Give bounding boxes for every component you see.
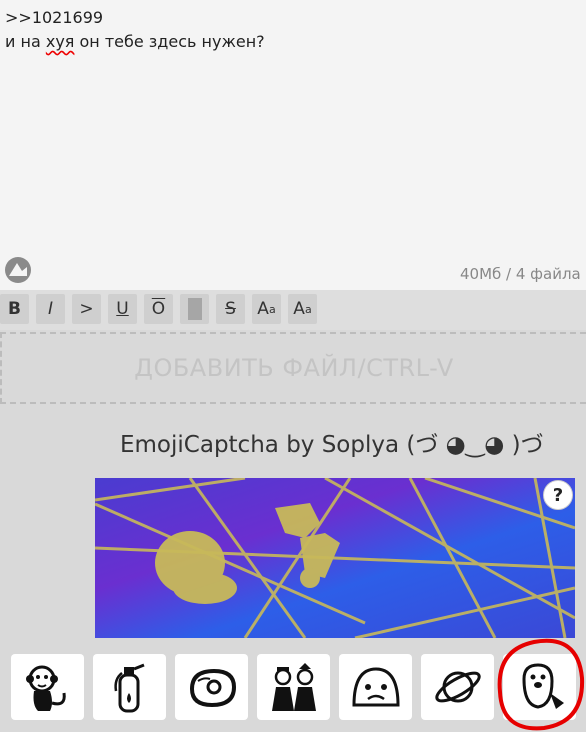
emoji-option-meat[interactable] <box>175 654 248 720</box>
planet-icon <box>434 671 481 703</box>
dolls-icon <box>271 663 316 711</box>
emoji-option-beaver[interactable] <box>503 654 576 720</box>
monkey-icon <box>25 665 66 711</box>
emoji-option-planet[interactable] <box>421 654 494 720</box>
file-dropzone[interactable]: ДОБАВИТЬ ФАЙЛ/CTRL-V <box>0 332 586 404</box>
captcha-image <box>95 478 575 638</box>
emoji-option-pleading-blob[interactable] <box>339 654 412 720</box>
emoji-option-monkey[interactable] <box>11 654 84 720</box>
misspelled-word: хуя <box>45 32 75 51</box>
quote-button[interactable]: > <box>72 294 101 324</box>
reply-reference: >>1021699 <box>5 8 104 27</box>
subscript-button[interactable]: Aa <box>288 294 317 324</box>
markup-toolbar: B I > U O S Aa Aa <box>0 290 586 330</box>
captcha-help-button[interactable]: ? <box>543 480 573 510</box>
bold-button[interactable]: B <box>0 294 29 324</box>
file-limits: 40Мб / 4 файла <box>460 265 581 283</box>
captcha-title: EmojiCaptcha by Soplya (づ ◕‿◕ )づ <box>120 432 544 458</box>
pleading-blob-icon <box>351 667 400 707</box>
beaver-icon <box>521 663 564 709</box>
overline-button[interactable]: O <box>144 294 173 324</box>
spoiler-block <box>187 298 202 320</box>
underline-button[interactable]: U <box>108 294 137 324</box>
spoiler-button[interactable] <box>180 294 209 324</box>
reply-textarea[interactable]: >>1021699 и на хуя он тебе здесь нужен? <box>0 0 586 290</box>
reply-text: и на хуя он тебе здесь нужен? <box>5 32 265 51</box>
fire-extinguisher-icon <box>113 663 145 713</box>
strike-button[interactable]: S <box>216 294 245 324</box>
italic-button[interactable]: I <box>36 294 65 324</box>
emoji-option-dolls[interactable] <box>257 654 330 720</box>
superscript-button[interactable]: Aa <box>252 294 281 324</box>
emoji-option-fire-extinguisher[interactable] <box>93 654 166 720</box>
meat-icon <box>189 668 236 708</box>
sage-icon[interactable] <box>4 256 32 284</box>
